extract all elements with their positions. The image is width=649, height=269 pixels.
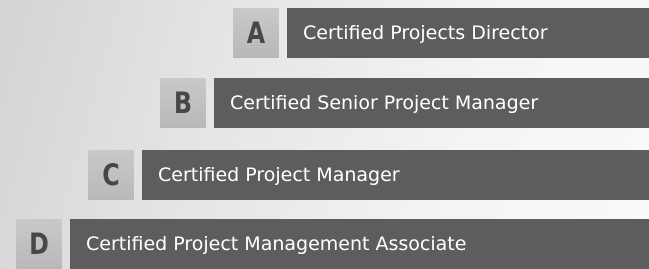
level-a-label: Certified Projects Director — [287, 8, 649, 58]
level-b-row: B Certified Senior Project Manager — [155, 78, 649, 128]
level-a-row: A Certified Projects Director — [228, 8, 649, 58]
level-c-row: C Certified Project Manager — [83, 150, 649, 200]
level-d-letter: D — [16, 219, 62, 269]
level-d-label: Certified Project Management Associate — [70, 219, 649, 269]
level-b-letter: B — [160, 78, 206, 128]
level-c-letter: C — [88, 150, 134, 200]
level-b-label: Certified Senior Project Manager — [214, 78, 649, 128]
level-a-letter: A — [233, 8, 279, 58]
level-c-label: Certified Project Manager — [142, 150, 649, 200]
level-d-row: D Certified Project Management Associate — [11, 219, 649, 269]
